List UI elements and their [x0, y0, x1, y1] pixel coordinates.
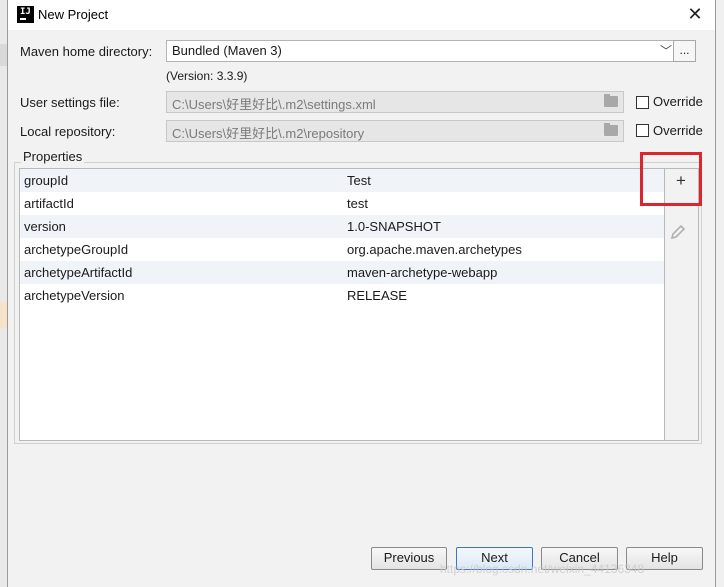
maven-home-value: Bundled (Maven 3)	[172, 43, 282, 58]
property-value: test	[347, 196, 368, 211]
property-value: RELEASE	[347, 288, 407, 303]
table-row[interactable]: archetypeArtifactId maven-archetype-weba…	[20, 261, 664, 284]
maven-home-select[interactable]: Bundled (Maven 3) ﹀	[166, 40, 677, 62]
property-key: groupId	[24, 173, 69, 188]
properties-table: groupId Test artifactId test version 1.0…	[19, 168, 665, 441]
previous-button[interactable]: Previous	[371, 547, 447, 570]
user-settings-override-label: Override	[653, 94, 703, 109]
close-icon[interactable]: ✕	[685, 4, 705, 24]
local-repo-override-checkbox[interactable]	[636, 124, 649, 137]
table-row[interactable]: archetypeVersion RELEASE	[20, 284, 664, 307]
highlight-annotation-box	[640, 152, 702, 206]
table-row[interactable]: archetypeGroupId org.apache.maven.archet…	[20, 238, 664, 261]
user-settings-override-checkbox[interactable]	[636, 96, 649, 109]
local-repo-label: Local repository:	[20, 124, 116, 139]
edit-pencil-icon[interactable]	[669, 223, 687, 241]
folder-icon[interactable]	[604, 123, 618, 136]
property-value: maven-archetype-webapp	[347, 265, 498, 280]
property-key: archetypeArtifactId	[24, 265, 133, 280]
local-repo-override-label: Override	[653, 123, 703, 138]
user-settings-label: User settings file:	[20, 95, 120, 110]
table-row[interactable]: version 1.0-SNAPSHOT	[20, 215, 664, 238]
chevron-down-icon[interactable]: ﹀	[660, 42, 672, 59]
property-key: version	[24, 219, 66, 234]
user-settings-value: C:\Users\好里好比\.m2\settings.xml	[172, 97, 376, 112]
table-row[interactable]: artifactId test	[20, 192, 664, 215]
folder-icon[interactable]	[604, 94, 618, 107]
intellij-app-icon: IJ	[17, 6, 34, 23]
property-key: archetypeVersion	[24, 288, 125, 303]
property-value: Test	[347, 173, 371, 188]
local-repo-field[interactable]: C:\Users\好里好比\.m2\repository	[166, 120, 624, 142]
local-repo-value: C:\Users\好里好比\.m2\repository	[172, 126, 365, 141]
maven-version-text: (Version: 3.3.9)	[166, 69, 248, 83]
window-title: New Project	[38, 7, 109, 22]
watermark-text: https://blog.csdn.net/weixin_44136348	[440, 562, 645, 576]
maven-home-label: Maven home directory:	[20, 44, 153, 59]
property-value: 1.0-SNAPSHOT	[347, 219, 441, 234]
help-button-label: Help	[651, 550, 678, 565]
property-value: org.apache.maven.archetypes	[347, 242, 522, 257]
previous-button-label: Previous	[383, 550, 435, 565]
maven-home-browse-button[interactable]: ...	[673, 40, 696, 62]
properties-title: Properties	[21, 149, 85, 164]
property-key: archetypeGroupId	[24, 242, 129, 257]
properties-toolbar	[665, 168, 699, 441]
property-key: artifactId	[24, 196, 74, 211]
table-row[interactable]: groupId Test	[20, 169, 664, 192]
user-settings-field[interactable]: C:\Users\好里好比\.m2\settings.xml	[166, 91, 624, 113]
title-bar: IJ New Project ✕	[8, 0, 715, 30]
